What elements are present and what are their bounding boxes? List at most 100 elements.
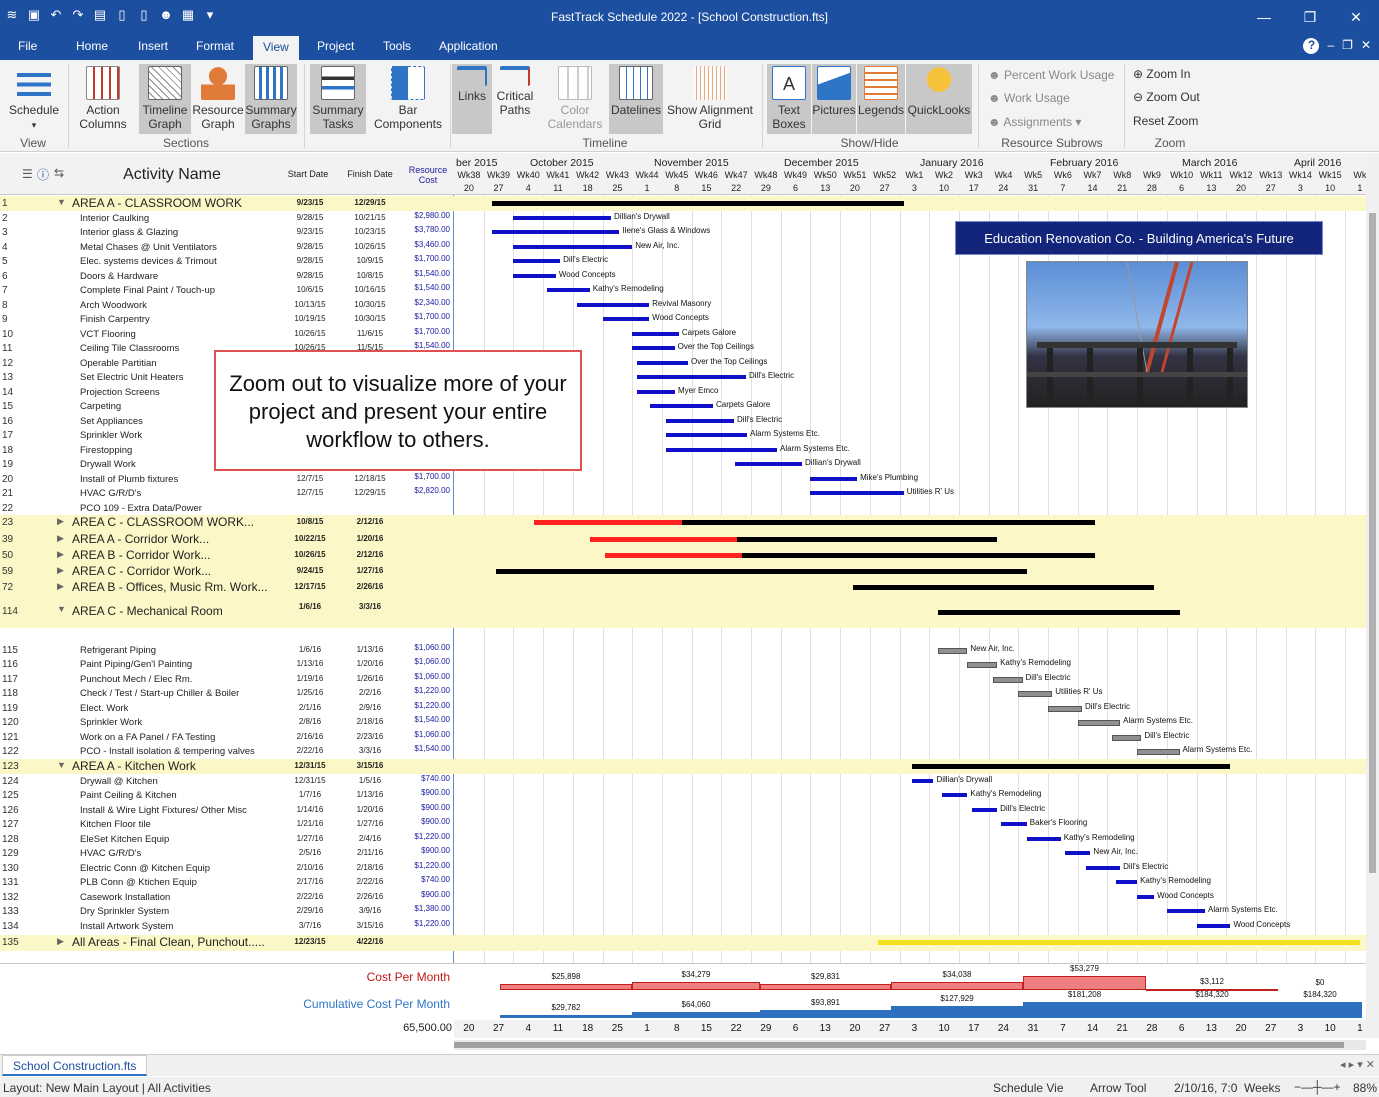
- resource-cost-cell[interactable]: $1,220.00: [400, 701, 450, 710]
- table-row[interactable]: 116 Paint Piping/Gen'l Painting 1/13/16 1/2…: [0, 657, 1366, 672]
- document-tab[interactable]: School Construction.fts: [2, 1055, 148, 1076]
- task-bar[interactable]: [810, 477, 858, 481]
- timeline-graph-button[interactable]: Timeline Graph: [139, 64, 191, 134]
- activity-name-cell[interactable]: Casework Installation: [80, 892, 170, 903]
- expand-toggle-icon[interactable]: ▶: [57, 565, 64, 576]
- table-row[interactable]: 117 Punchout Mech / Elec Rm. 1/19/16 1/26/1…: [0, 672, 1366, 686]
- text-boxes-button[interactable]: A Text Boxes: [767, 64, 811, 134]
- finish-date-cell[interactable]: 10/26/15: [342, 242, 398, 251]
- table-row[interactable]: 127 Kitchen Floor tile 1/21/16 1/27/16 $900.…: [0, 817, 1366, 832]
- task-bar[interactable]: [513, 216, 611, 220]
- summary-bar[interactable]: [937, 610, 1180, 615]
- expand-toggle-icon[interactable]: ▶: [57, 549, 64, 560]
- resource-cost-cell[interactable]: $1,220.00: [400, 832, 450, 841]
- menu-file[interactable]: File: [18, 39, 37, 53]
- task-bar[interactable]: [547, 288, 590, 292]
- resource-cost-cell[interactable]: $900.00: [400, 803, 450, 812]
- task-bar[interactable]: [602, 317, 650, 321]
- work-usage-button[interactable]: ☻ Work Usage: [988, 91, 1070, 105]
- start-date-cell[interactable]: 10/26/15: [282, 550, 338, 559]
- finish-date-header[interactable]: Finish Date: [340, 169, 400, 179]
- activity-name-cell[interactable]: Drywall @ Kitchen: [80, 776, 158, 787]
- activity-name-cell[interactable]: Work on a FA Panel / FA Testing: [80, 732, 215, 743]
- start-date-cell[interactable]: 10/19/15: [282, 314, 338, 323]
- start-date-cell[interactable]: 1/19/16: [282, 674, 338, 683]
- task-bar[interactable]: [1115, 880, 1138, 884]
- expand-toggle-icon[interactable]: ▶: [57, 516, 64, 527]
- task-bar[interactable]: [492, 230, 620, 234]
- task-bar[interactable]: [513, 245, 633, 249]
- table-row[interactable]: 126 Install & Wire Light Fixtures/ Other …: [0, 803, 1366, 817]
- summary-tasks-button[interactable]: Summary Tasks: [310, 64, 366, 134]
- activity-name-cell[interactable]: All Areas - Final Clean, Punchout.....: [72, 935, 265, 949]
- finish-date-cell[interactable]: 1/27/16: [342, 819, 398, 828]
- help-icon[interactable]: ?: [1303, 38, 1320, 54]
- critical-path-bar[interactable]: [605, 553, 742, 558]
- restore-button[interactable]: ❐: [1287, 0, 1333, 34]
- resource-cost-cell[interactable]: $740.00: [400, 875, 450, 884]
- tab-home[interactable]: Home: [76, 39, 108, 53]
- summary-bar[interactable]: [492, 201, 904, 206]
- activity-name-cell[interactable]: Set Electric Unit Heaters: [80, 372, 183, 383]
- task-bar[interactable]: [650, 404, 713, 408]
- start-date-cell[interactable]: 9/24/15: [282, 566, 338, 575]
- activity-name-cell[interactable]: AREA C - Corridor Work...: [72, 564, 211, 578]
- finish-date-cell[interactable]: 2/26/16: [342, 892, 398, 901]
- task-bar[interactable]: [992, 677, 1023, 683]
- resource-cost-cell[interactable]: $740.00: [400, 774, 450, 783]
- activity-name-cell[interactable]: Dry Sprinkler System: [80, 906, 169, 917]
- summary-row[interactable]: 72 ▶ AREA B - Offices, Music Rm. Work... 12…: [0, 580, 1366, 596]
- activity-name-cell[interactable]: Electric Conn @ Kitchen Equip: [80, 863, 210, 874]
- start-date-cell[interactable]: 2/1/16: [282, 703, 338, 712]
- table-row[interactable]: 119 Elect. Work 2/1/16 2/9/16 $1,220.00: [0, 701, 1366, 715]
- activity-name-cell[interactable]: Install Artwork System: [80, 921, 173, 932]
- zoom-in-button[interactable]: ⊕ Zoom In: [1133, 67, 1190, 81]
- activity-name-cell[interactable]: HVAC G/R/D's: [80, 848, 141, 859]
- finish-date-cell[interactable]: 10/30/15: [342, 300, 398, 309]
- pictures-button[interactable]: Pictures: [812, 64, 856, 134]
- summary-bar[interactable]: [912, 764, 1231, 769]
- resource-cost-cell[interactable]: $900.00: [400, 846, 450, 855]
- start-date-cell[interactable]: 2/29/16: [282, 906, 338, 915]
- activity-name-cell[interactable]: Metal Chases @ Unit Ventilators: [80, 242, 217, 253]
- construction-photo[interactable]: [1026, 261, 1248, 408]
- start-date-cell[interactable]: 2/22/16: [282, 746, 338, 755]
- resource-cost-cell[interactable]: $2,340.00: [400, 298, 450, 307]
- resource-cost-cell[interactable]: $1,540.00: [400, 744, 450, 753]
- color-calendars-button[interactable]: Color Calendars: [542, 66, 608, 131]
- table-row[interactable]: 124 Drywall @ Kitchen 12/31/15 1/5/16 $740.0…: [0, 774, 1366, 788]
- resource-cost-cell[interactable]: $1,700.00: [400, 312, 450, 321]
- start-date-cell[interactable]: 12/17/15: [282, 582, 338, 591]
- start-date-cell[interactable]: 12/23/15: [282, 937, 338, 946]
- activity-name-cell[interactable]: Punchout Mech / Elec Rm.: [80, 674, 192, 685]
- activity-name-cell[interactable]: Check / Test / Start-up Chiller & Boiler: [80, 688, 239, 699]
- finish-date-cell[interactable]: 10/21/15: [342, 213, 398, 222]
- start-date-cell[interactable]: 9/23/15: [282, 198, 338, 207]
- row-select-icon[interactable]: ☰: [22, 167, 33, 181]
- activity-name-cell[interactable]: Drywall Work: [80, 459, 136, 470]
- expand-toggle-icon[interactable]: ▶: [57, 936, 64, 947]
- mdi-close-icon[interactable]: ✕: [1361, 38, 1371, 54]
- task-bar[interactable]: [1048, 706, 1082, 712]
- activity-name-cell[interactable]: Elect. Work: [80, 703, 128, 714]
- action-columns-button[interactable]: Action Columns: [72, 66, 134, 131]
- start-date-cell[interactable]: 10/22/15: [282, 534, 338, 543]
- legends-button[interactable]: Legends: [857, 64, 905, 134]
- activity-name-cell[interactable]: Install of Plumb fixtures: [80, 474, 178, 485]
- expand-toggle-icon[interactable]: ▼: [57, 760, 66, 770]
- activity-name-cell[interactable]: AREA C - CLASSROOM WORK...: [72, 515, 254, 529]
- task-bar[interactable]: [1137, 749, 1180, 755]
- resource-cost-cell[interactable]: $1,220.00: [400, 686, 450, 695]
- task-bar[interactable]: [971, 808, 998, 812]
- task-bar[interactable]: [637, 361, 688, 365]
- info-icon[interactable]: ⓘ: [37, 166, 49, 183]
- assignments-button[interactable]: ☻ Assignments ▾: [988, 115, 1081, 129]
- finish-date-cell[interactable]: 2/23/16: [342, 732, 398, 741]
- start-date-cell[interactable]: 9/28/15: [282, 256, 338, 265]
- task-bar[interactable]: [1064, 851, 1091, 855]
- finish-date-cell[interactable]: 2/12/16: [342, 550, 398, 559]
- resource-cost-cell[interactable]: $1,060.00: [400, 730, 450, 739]
- resource-cost-cell[interactable]: $900.00: [400, 817, 450, 826]
- resource-cost-cell[interactable]: $900.00: [400, 788, 450, 797]
- task-bar[interactable]: [912, 779, 934, 783]
